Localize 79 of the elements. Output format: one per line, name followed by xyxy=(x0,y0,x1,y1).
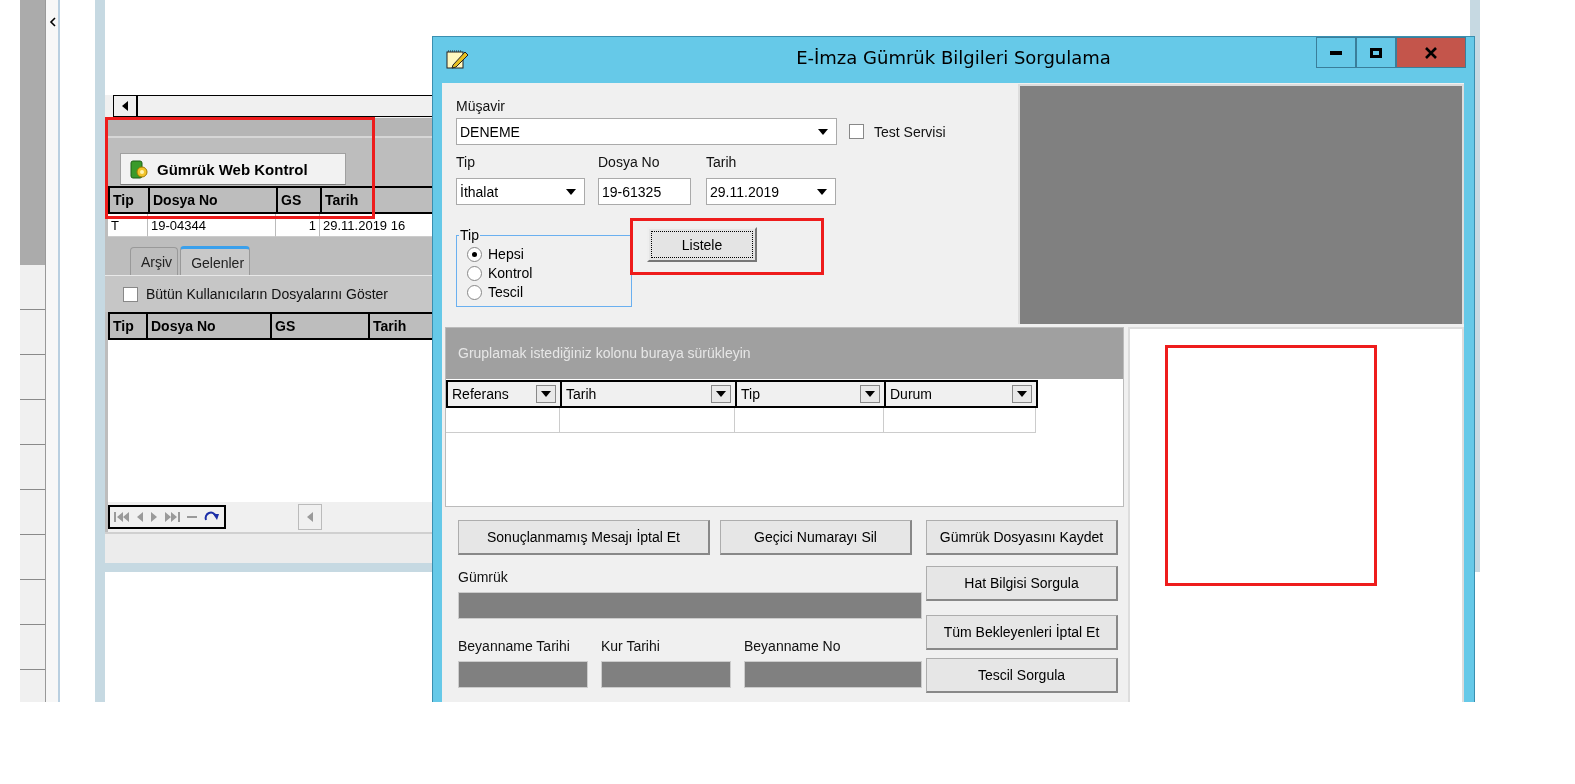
tab[interactable]: Arşiv xyxy=(130,247,179,275)
action-button[interactable]: Tescil Sorgula xyxy=(926,658,1118,693)
field-label: Müşavir xyxy=(456,97,506,115)
field-label: Kur Tarihi xyxy=(601,637,661,655)
field-label: Tip xyxy=(456,153,476,171)
checkbox[interactable] xyxy=(849,124,864,139)
caret-icon xyxy=(818,128,828,135)
field-label: Gümrük xyxy=(458,568,509,586)
field-label: Tarih xyxy=(706,153,738,171)
radio-button[interactable] xyxy=(467,247,482,262)
toolbar-button[interactable]: Gümrük Web Kontrol xyxy=(120,153,346,185)
tab[interactable]: Gelenler xyxy=(180,246,251,275)
checkbox-label: Test Servisi xyxy=(874,123,946,140)
column-header[interactable]: Dosya No xyxy=(148,314,272,338)
caret-icon xyxy=(566,188,576,195)
column-header[interactable]: Dosya No xyxy=(150,188,278,212)
radio-label: Kontrol xyxy=(488,266,533,281)
list-button[interactable]: Listele xyxy=(647,227,757,262)
caret-icon xyxy=(716,391,726,397)
close-icon xyxy=(1425,46,1437,59)
filter-button[interactable] xyxy=(536,385,556,403)
gear-box-icon xyxy=(129,158,149,180)
caret-icon xyxy=(817,188,827,195)
field-label: Beyanname No xyxy=(744,637,842,655)
date-picker[interactable]: 29.11.2019 xyxy=(706,178,836,205)
filter-button[interactable] xyxy=(711,385,731,403)
column-header[interactable]: Referans xyxy=(448,382,562,406)
column-header[interactable]: Tarih xyxy=(562,382,737,406)
dropdown[interactable]: İthalat xyxy=(456,178,585,205)
column-header[interactable]: GS xyxy=(272,314,370,338)
action-button[interactable]: Geçici Numarayı Sil xyxy=(720,520,912,555)
field-label: Beyanname Tarihi xyxy=(458,637,571,655)
caret-icon xyxy=(1017,391,1027,397)
checkbox-label: Bütün Kullanıcıların Dosyalarını Göster xyxy=(146,286,388,302)
checkbox[interactable] xyxy=(123,286,138,302)
triangle-left-icon xyxy=(122,101,128,111)
table-cell: 1 xyxy=(276,214,320,237)
refresh-icon[interactable] xyxy=(204,511,220,523)
action-button[interactable]: Gümrük Dosyasını Kaydet xyxy=(926,520,1118,555)
next-icon[interactable] xyxy=(150,511,158,523)
radio-label: Hepsi xyxy=(488,247,524,262)
notepad-pencil-icon xyxy=(445,48,469,70)
window-title: E-İmza Gümrük Bilgileri Sorgulama xyxy=(795,47,1112,68)
input-field[interactable] xyxy=(744,661,922,688)
previous-icon[interactable] xyxy=(136,511,144,523)
triangle-left-icon xyxy=(307,512,313,522)
input-field[interactable] xyxy=(458,592,922,619)
dropdown[interactable]: DENEME xyxy=(456,118,837,145)
filter-button[interactable] xyxy=(1012,385,1032,403)
group-title: Tip xyxy=(459,226,480,244)
caret-icon xyxy=(865,391,875,397)
column-header[interactable]: Tip xyxy=(737,382,886,406)
column-header[interactable]: Tip xyxy=(110,188,150,212)
first-page-icon[interactable] xyxy=(114,511,130,523)
group-by-hint: Gruplamak istediğiniz kolonu buraya sürükleyin xyxy=(446,328,1123,379)
minimize-icon xyxy=(1330,50,1342,55)
input-field[interactable]: 19-61325 xyxy=(598,178,691,205)
field-label: Dosya No xyxy=(598,153,661,171)
radio-button[interactable] xyxy=(467,266,482,281)
chevron-left-icon[interactable] xyxy=(49,17,56,27)
minimize-button[interactable] xyxy=(1316,37,1356,68)
table-cell: T xyxy=(108,214,148,237)
radio-label: Tescil xyxy=(488,285,523,300)
maximize-button[interactable] xyxy=(1356,37,1396,68)
filter-button[interactable] xyxy=(860,385,880,403)
input-field[interactable] xyxy=(458,661,588,688)
action-button[interactable]: Tüm Bekleyenleri İptal Et xyxy=(926,615,1118,650)
action-button[interactable]: Hat Bilgisi Sorgula xyxy=(926,566,1118,601)
radio-button[interactable] xyxy=(467,285,482,300)
column-header[interactable]: Tip xyxy=(110,314,148,338)
last-page-icon[interactable] xyxy=(164,511,180,523)
input-field[interactable] xyxy=(601,661,731,688)
action-button[interactable]: Sonuçlanmamış Mesajı İptal Et xyxy=(458,520,710,555)
caret-icon xyxy=(541,391,551,397)
maximize-icon xyxy=(1370,47,1382,58)
column-header[interactable]: GS xyxy=(278,188,322,212)
close-button[interactable] xyxy=(1396,37,1466,68)
table-cell: 19-04344 xyxy=(148,214,276,237)
column-header[interactable]: Durum xyxy=(886,382,1038,406)
